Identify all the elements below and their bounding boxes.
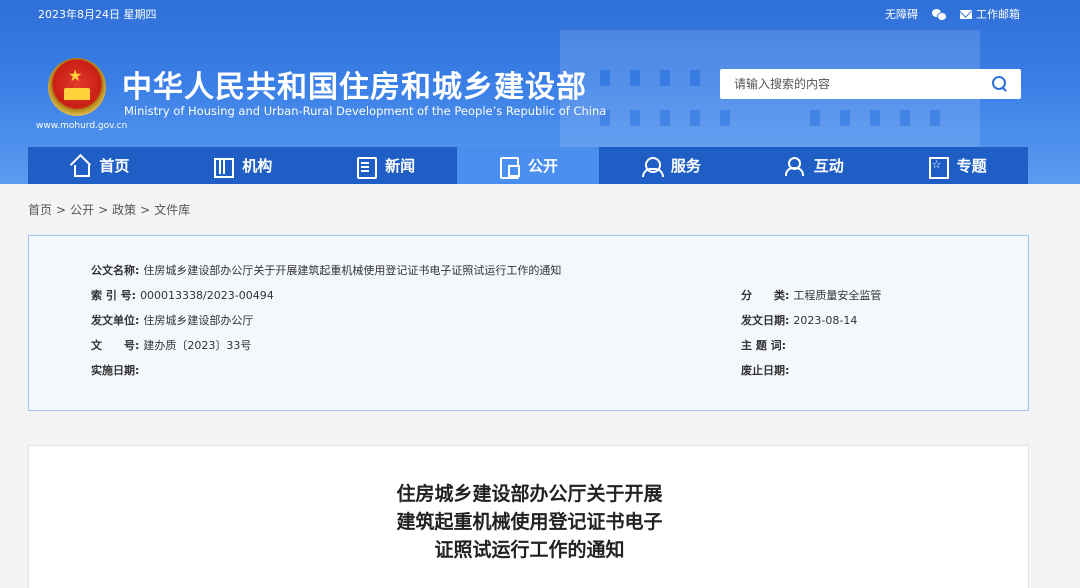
nav-item-topic[interactable]: 专题: [885, 147, 1028, 184]
meta-label: 废止日期:: [741, 364, 790, 377]
site-header: 2023年8月24日 星期四 无障碍 工作邮箱 ★ www.mohurd.gov…: [0, 0, 1080, 184]
meta-value: 住房城乡建设部办公厅: [143, 314, 254, 327]
meta-label: 索 引 号:: [91, 289, 137, 302]
breadcrumb-disclosure[interactable]: 公开: [70, 203, 94, 217]
meta-value: 建办质〔2023〕33号: [143, 339, 252, 352]
article-title: 住房城乡建设部办公厅关于开展 建筑起重机械使用登记证书电子 证照试运行工作的通知: [29, 480, 1030, 564]
meta-expiry-date: 废止日期:: [741, 362, 793, 378]
work-mail-label: 工作邮箱: [976, 8, 1020, 21]
meta-index: 索 引 号: 000013338/2023-00494: [91, 287, 274, 303]
search-input[interactable]: [720, 69, 982, 99]
article-panel: 住房城乡建设部办公厅关于开展 建筑起重机械使用登记证书电子 证照试运行工作的通知: [28, 445, 1029, 588]
meta-label: 发文单位:: [91, 314, 140, 327]
meta-label: 发文日期:: [741, 314, 790, 327]
breadcrumb-separator: >: [98, 203, 109, 217]
nav-item-label: 专题: [956, 157, 987, 175]
main-nav: 首页 机构 新闻 公开 服务 互动 专题: [28, 147, 1028, 184]
nav-item-home[interactable]: 首页: [28, 147, 171, 184]
article-title-line: 建筑起重机械使用登记证书电子: [396, 511, 663, 533]
accessibility-link[interactable]: 无障碍: [885, 6, 918, 22]
organization-icon: [212, 156, 235, 178]
meta-value: 2023-08-14: [793, 314, 858, 327]
meta-label: 分 类:: [741, 289, 790, 302]
home-icon: [69, 156, 91, 177]
breadcrumb: 首页 > 公开 > 政策 > 文件库: [28, 201, 190, 218]
site-title-cn[interactable]: 中华人民共和国住房和城乡建设部: [122, 62, 587, 106]
breadcrumb-file-library[interactable]: 文件库: [154, 203, 190, 217]
article-title-line: 证照试运行工作的通知: [434, 539, 625, 561]
breadcrumb-separator: >: [140, 203, 151, 217]
article-title-line: 住房城乡建设部办公厅关于开展: [396, 483, 663, 505]
meta-doc-name: 公文名称: 住房城乡建设部办公厅关于开展建筑起重机械使用登记证书电子证照试运行工作…: [91, 262, 561, 278]
mail-icon: [960, 9, 972, 19]
meta-value: 000013338/2023-00494: [140, 289, 274, 302]
interaction-icon: [784, 156, 806, 176]
meta-label: 主 题 词:: [741, 339, 787, 352]
service-icon: [641, 156, 664, 177]
news-icon: [355, 156, 378, 179]
search-icon[interactable]: [992, 76, 1007, 91]
site-url: www.mohurd.gov.cn: [36, 121, 128, 131]
wechat-link[interactable]: [932, 8, 947, 21]
meta-issuer: 发文单位: 住房城乡建设部办公厅: [91, 312, 253, 328]
meta-category: 分 类: 工程质量安全监管: [741, 287, 881, 303]
meta-value: 住房城乡建设部办公厅关于开展建筑起重机械使用登记证书电子证照试运行工作的通知: [143, 264, 562, 277]
meta-label: 公文名称:: [91, 264, 140, 277]
search-box: [720, 69, 1021, 99]
nav-item-label: 新闻: [385, 157, 416, 175]
nav-item-label: 服务: [670, 157, 701, 175]
site-title-en: Ministry of Housing and Urban-Rural Deve…: [124, 104, 607, 118]
topbar-links: 无障碍 工作邮箱: [885, 6, 1020, 22]
meta-doc-number: 文 号: 建办质〔2023〕33号: [91, 337, 251, 353]
nav-item-interaction[interactable]: 互动: [742, 147, 885, 184]
work-mail-link[interactable]: 工作邮箱: [960, 6, 1020, 22]
national-emblem-icon[interactable]: ★: [48, 58, 106, 116]
nav-item-organization[interactable]: 机构: [171, 147, 314, 184]
breadcrumb-policy[interactable]: 政策: [112, 203, 136, 217]
meta-label: 文 号:: [91, 339, 140, 352]
meta-effective-date: 实施日期:: [91, 362, 143, 378]
nav-item-service[interactable]: 服务: [599, 147, 742, 184]
document-meta-box: 公文名称: 住房城乡建设部办公厅关于开展建筑起重机械使用登记证书电子证照试运行工作…: [28, 235, 1029, 411]
meta-label: 实施日期:: [91, 364, 140, 377]
nav-item-disclosure[interactable]: 公开: [456, 147, 600, 184]
breadcrumb-home[interactable]: 首页: [28, 203, 52, 217]
breadcrumb-separator: >: [56, 203, 67, 217]
current-date: 2023年8月24日 星期四: [38, 8, 157, 21]
meta-value: 工程质量安全监管: [793, 289, 882, 302]
meta-issue-date: 发文日期: 2023-08-14: [741, 312, 857, 328]
meta-keywords: 主 题 词:: [741, 337, 790, 353]
nav-item-label: 首页: [99, 157, 130, 175]
nav-item-label: 公开: [528, 157, 559, 175]
nav-item-news[interactable]: 新闻: [314, 147, 457, 184]
topic-icon: [927, 156, 949, 179]
nav-item-label: 互动: [813, 157, 844, 175]
wechat-icon: [932, 8, 947, 21]
nav-item-label: 机构: [242, 157, 273, 175]
disclosure-icon: [498, 156, 520, 179]
